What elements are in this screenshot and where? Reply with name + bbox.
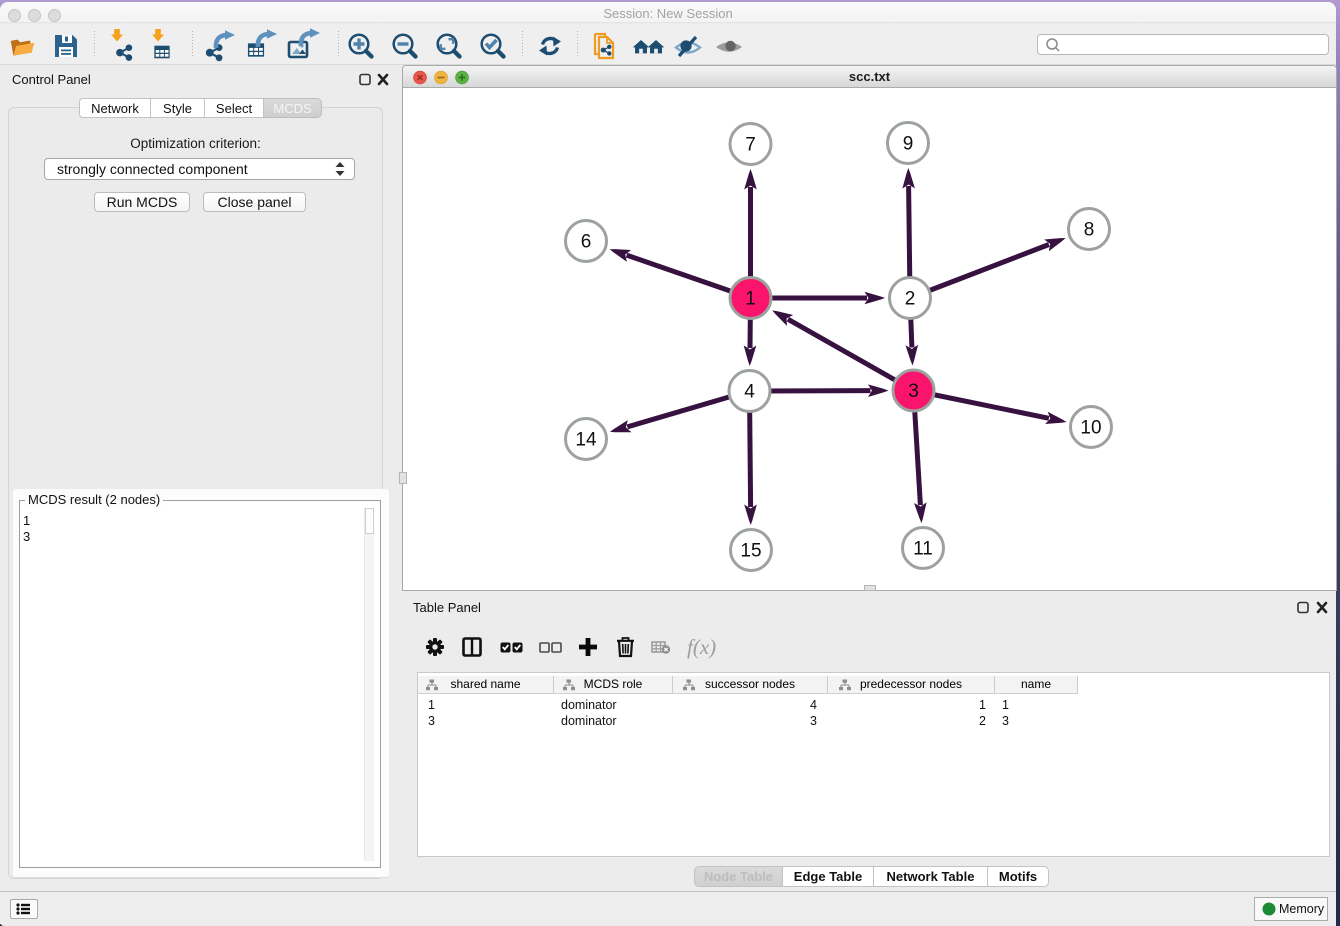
svg-text:11: 11	[913, 539, 933, 560]
svg-text:4: 4	[744, 382, 755, 403]
svg-text:1: 1	[745, 289, 756, 310]
svg-text:15: 15	[740, 541, 761, 562]
svg-text:f(x): f(x)	[687, 635, 716, 659]
svg-text:7: 7	[745, 135, 756, 156]
svg-text:3: 3	[908, 381, 919, 402]
svg-text:10: 10	[1080, 418, 1101, 439]
svg-text:8: 8	[1084, 220, 1095, 241]
svg-text:14: 14	[575, 430, 597, 451]
svg-text:2: 2	[905, 289, 916, 310]
svg-text:9: 9	[903, 134, 914, 155]
svg-text:6: 6	[581, 232, 592, 253]
